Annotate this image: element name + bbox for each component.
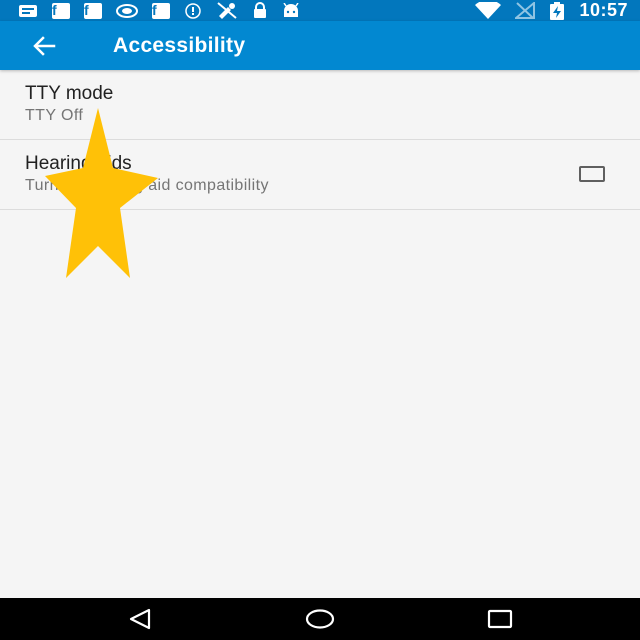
alert-icon xyxy=(184,2,202,19)
facebook-icon: f xyxy=(84,2,102,19)
facebook-icon: f xyxy=(52,2,70,19)
status-bar: f f f 10:57 xyxy=(0,0,640,21)
nav-home-button[interactable] xyxy=(290,598,350,640)
facebook-icon: f xyxy=(152,2,170,19)
arrow-left-icon xyxy=(33,35,56,56)
preference-title: TTY mode xyxy=(25,83,114,104)
app-bar: Accessibility xyxy=(0,21,640,70)
page-title: Accessibility xyxy=(113,34,246,57)
back-triangle-icon xyxy=(129,608,151,630)
checkbox-box xyxy=(579,166,605,182)
hearing-aids-checkbox[interactable] xyxy=(578,166,606,182)
battery-charging-icon xyxy=(549,1,565,20)
recents-square-icon xyxy=(487,609,513,629)
no-satellite-icon xyxy=(216,2,238,19)
navigation-bar xyxy=(0,598,640,640)
no-signal-icon xyxy=(515,2,536,19)
nvidia-icon xyxy=(116,3,138,18)
nav-recents-button[interactable] xyxy=(470,598,530,640)
home-circle-icon xyxy=(305,609,335,629)
nav-back-button[interactable] xyxy=(110,598,170,640)
lock-icon xyxy=(252,2,268,19)
notification-icons: f f f xyxy=(18,2,314,19)
system-status-icons: 10:57 xyxy=(461,0,628,21)
message-icon xyxy=(18,4,38,18)
android-icon xyxy=(282,2,300,19)
wifi-icon xyxy=(475,2,502,19)
star-icon xyxy=(45,108,158,278)
status-time: 10:57 xyxy=(579,0,628,20)
back-button[interactable] xyxy=(22,21,66,70)
